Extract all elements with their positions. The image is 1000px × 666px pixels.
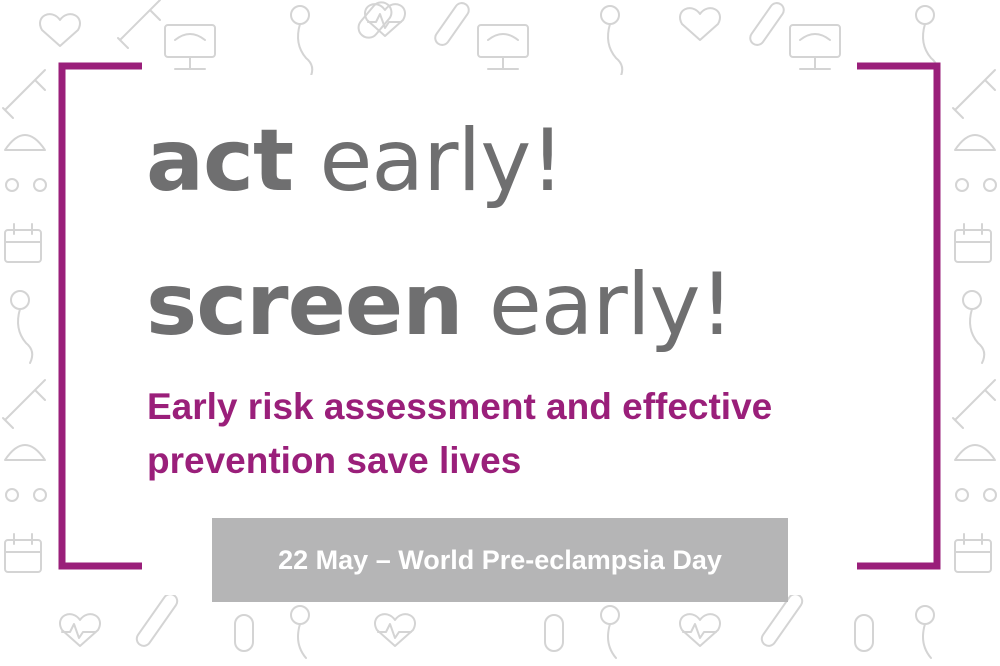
heart-icon (39, 13, 81, 47)
baby-stroller-icon (4, 444, 47, 502)
subheadline-line-1: Early risk assessment and effective (147, 386, 773, 427)
pregnant-woman-icon (915, 605, 935, 659)
thermometer-icon (434, 2, 470, 46)
thermometer-icon (749, 2, 785, 46)
baby-stroller-icon (954, 444, 997, 502)
heart-icon (679, 7, 721, 41)
heart-icon (59, 613, 101, 647)
ultrasound-machine-icon (164, 24, 216, 70)
baby-stroller-icon (4, 134, 47, 192)
pregnant-woman-icon (600, 5, 624, 79)
headline-act: act (146, 111, 294, 211)
pregnant-woman-icon (10, 290, 34, 364)
headline-early-1: early! (319, 111, 564, 211)
headline-early-2: early! (488, 255, 734, 355)
right-bracket (857, 62, 941, 570)
left-bracket (58, 62, 142, 570)
calendar-icon (4, 533, 42, 573)
ultrasound-machine-icon (789, 24, 841, 70)
date-banner-text: 22 May – World Pre-eclampsia Day (278, 544, 722, 575)
syringe-icon (2, 379, 46, 429)
ecg-heartbeat-icon (374, 613, 416, 647)
pregnant-woman-icon (962, 290, 986, 364)
pregnant-woman-icon (290, 605, 310, 659)
headline-line-1: act early! (146, 118, 565, 204)
syringe-icon (117, 0, 161, 49)
pregnant-woman-icon (290, 5, 314, 79)
calendar-icon (954, 533, 992, 573)
pill-icon (234, 614, 254, 652)
baby-stroller-icon (954, 134, 997, 192)
subheadline-line-2: prevention save lives (147, 440, 522, 481)
pregnant-woman-icon (600, 605, 620, 659)
headline-line-2: screen early! (146, 262, 734, 348)
syringe-icon (952, 379, 996, 429)
headline-screen: screen (146, 255, 463, 355)
syringe-icon (952, 69, 996, 119)
calendar-icon (954, 223, 992, 263)
thermometer-icon (135, 593, 179, 647)
ultrasound-machine-icon (477, 24, 529, 70)
calendar-icon (4, 223, 42, 263)
date-banner: 22 May – World Pre-eclampsia Day (212, 518, 788, 602)
syringe-icon (2, 69, 46, 119)
pill-icon (854, 614, 874, 652)
ecg-heartbeat-icon (679, 613, 721, 647)
pill-icon (544, 614, 564, 652)
